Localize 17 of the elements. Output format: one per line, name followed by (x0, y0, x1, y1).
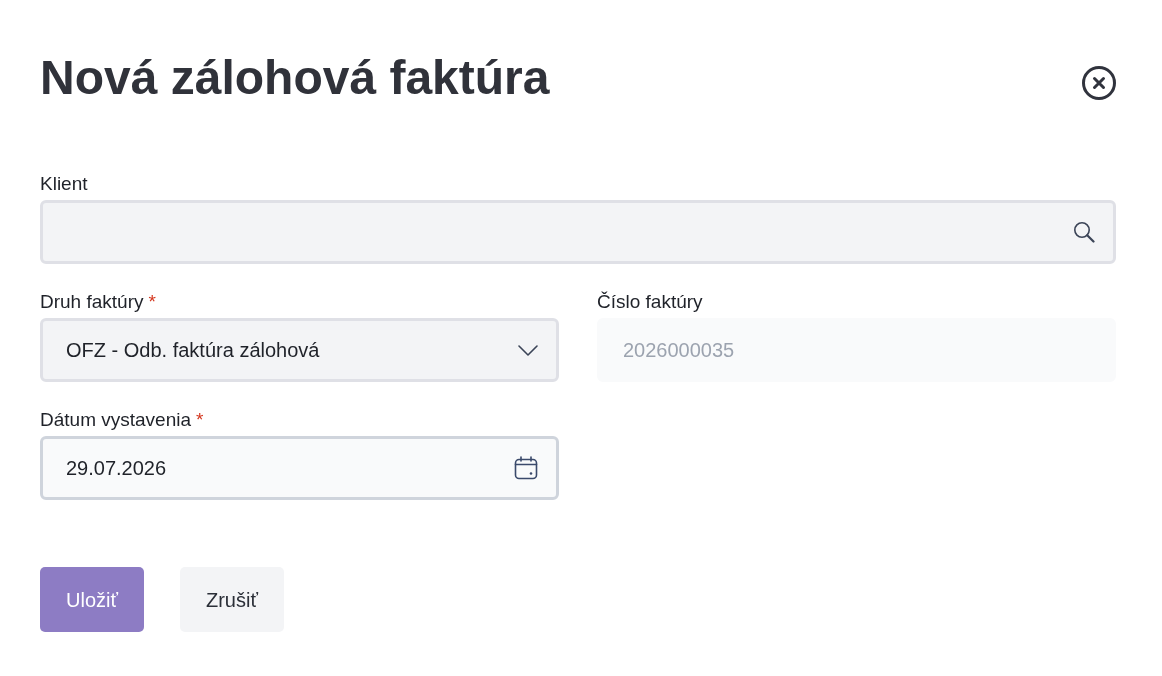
close-icon (1082, 66, 1116, 100)
field-label: Druh faktúry (40, 290, 144, 314)
dropdown-select[interactable]: OFZ - Odb. faktúra zálohová (40, 318, 559, 382)
calendar-icon[interactable] (514, 456, 538, 480)
date-field[interactable]: 29.07.2026 (40, 436, 559, 500)
search-icon[interactable] (1073, 221, 1095, 243)
field-label: Číslo faktúry (597, 290, 703, 314)
chevron-down-icon (518, 344, 538, 356)
save-button[interactable]: Uložiť (40, 567, 144, 632)
dialog-title: Nová zálohová faktúra (40, 50, 550, 106)
cancel-button[interactable]: Zrušiť (179, 567, 284, 632)
field-label: Klient (40, 172, 88, 196)
close-button[interactable] (1082, 66, 1116, 100)
required-asterisk: * (148, 290, 156, 314)
search-field[interactable] (40, 200, 1116, 264)
field-label: Dátum vystavenia (40, 408, 191, 432)
required-asterisk: * (196, 408, 204, 432)
